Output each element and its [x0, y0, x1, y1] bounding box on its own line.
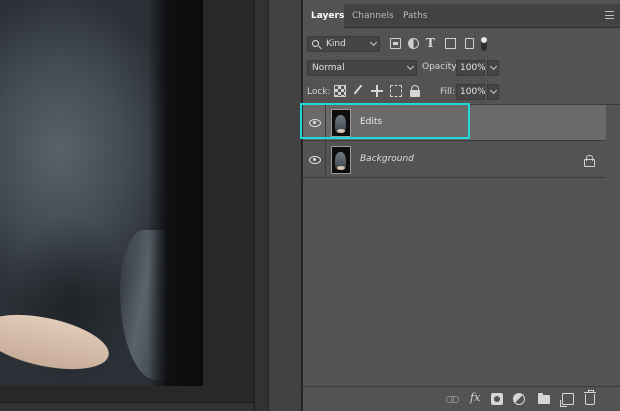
tab-paths[interactable]: Paths: [395, 4, 435, 28]
panel-tabs: Layers Channels Paths: [303, 4, 620, 29]
new-group-icon[interactable]: [538, 393, 550, 404]
divider: [325, 142, 326, 178]
search-icon: [312, 40, 319, 47]
lock-image-pixels-icon[interactable]: [352, 85, 364, 97]
layers-panel: Layers Channels Paths Kind T Normal Opac…: [300, 0, 620, 411]
photoshop-workspace: Layers Channels Paths Kind T Normal Opac…: [0, 0, 620, 411]
lock-position-icon[interactable]: [371, 85, 383, 97]
canvas-area[interactable]: [0, 0, 268, 411]
chevron-down-icon: [369, 38, 378, 47]
lock-transparent-pixels-icon[interactable]: [334, 85, 346, 97]
eye-icon[interactable]: [309, 117, 321, 129]
horizontal-scrollbar[interactable]: [0, 402, 254, 411]
chevron-down-icon: [489, 86, 498, 95]
image-dark-background: [148, 0, 203, 386]
layers-bottom-toolbar: fx: [303, 386, 620, 411]
delete-layer-icon[interactable]: [584, 390, 596, 405]
lock-artboard-icon[interactable]: [390, 85, 402, 97]
adjustment-filter-icon[interactable]: [408, 38, 419, 49]
eye-icon[interactable]: [309, 154, 321, 166]
layer-row-edits[interactable]: Edits: [300, 103, 606, 141]
tab-layers[interactable]: Layers: [303, 4, 344, 29]
smart-object-filter-icon[interactable]: [465, 38, 474, 49]
divider: [325, 105, 326, 141]
fill-label: Fill:: [440, 87, 456, 97]
opacity-slider-button[interactable]: [487, 60, 499, 76]
image-arm: [0, 305, 114, 379]
blend-mode-dropdown[interactable]: Normal: [307, 60, 417, 76]
shape-filter-icon[interactable]: [445, 38, 456, 49]
new-layer-icon[interactable]: [560, 393, 574, 407]
document-image[interactable]: [0, 0, 203, 386]
lock-icon[interactable]: [584, 155, 595, 167]
filter-kind-dropdown[interactable]: Kind: [307, 36, 380, 52]
fill-input[interactable]: 100%: [456, 84, 486, 100]
blend-mode-value: Normal: [312, 63, 345, 73]
layer-name[interactable]: Edits: [360, 117, 382, 127]
layer-thumbnail[interactable]: [331, 109, 351, 137]
chevron-down-icon: [489, 62, 498, 71]
layer-row-background[interactable]: Background: [303, 142, 606, 178]
fill-slider-button[interactable]: [487, 84, 499, 100]
link-layers-icon[interactable]: [446, 393, 459, 405]
vertical-scrollbar[interactable]: [254, 0, 268, 411]
panel-dock-strip: [268, 0, 302, 411]
filter-kind-label: Kind: [326, 39, 346, 49]
lock-all-icon[interactable]: [409, 85, 421, 97]
add-mask-icon[interactable]: [491, 393, 503, 405]
filter-toggle-icon[interactable]: [481, 37, 487, 51]
fx-icon[interactable]: fx: [470, 391, 482, 404]
tab-channels[interactable]: Channels: [344, 4, 395, 28]
panel-menu-icon[interactable]: [605, 11, 614, 19]
opacity-label: Opacity:: [422, 62, 459, 72]
opacity-input[interactable]: 100%: [456, 60, 486, 76]
pixel-filter-icon[interactable]: [390, 38, 401, 49]
layer-thumbnail[interactable]: [331, 146, 351, 174]
lock-label: Lock:: [307, 87, 331, 97]
layer-name[interactable]: Background: [360, 154, 414, 164]
type-filter-icon[interactable]: T: [426, 37, 437, 49]
new-adjustment-layer-icon[interactable]: [513, 393, 525, 405]
chevron-down-icon: [406, 62, 415, 71]
